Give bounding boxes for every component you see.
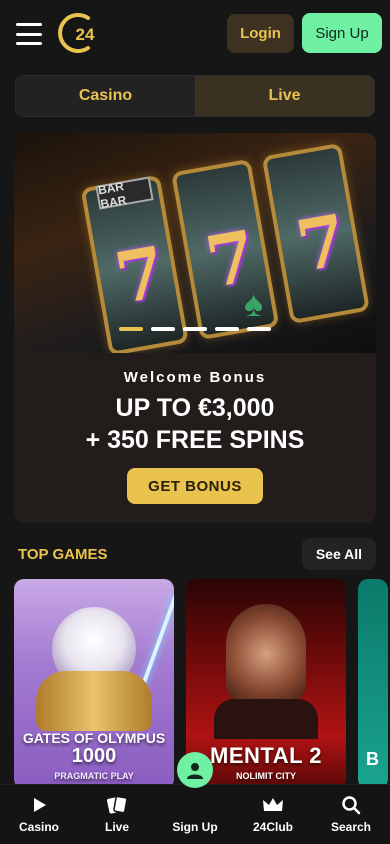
carousel-dots	[119, 327, 271, 331]
see-all-button[interactable]: See All	[301, 538, 376, 570]
header: 24 Login Sign Up	[0, 0, 390, 66]
game-title-number: 1000	[71, 745, 117, 767]
menu-icon[interactable]	[16, 23, 42, 45]
bonus-spins: + 350 FREE SPINS	[85, 426, 305, 454]
carousel-dot[interactable]	[247, 327, 271, 331]
game-card[interactable]: B	[358, 579, 388, 789]
bonus-amount: UP TO €3,000	[115, 394, 275, 422]
game-title: GATES OF OLYMPUS	[22, 730, 166, 746]
tab-live[interactable]: Live	[195, 76, 374, 116]
game-title: B	[366, 749, 379, 769]
reel: 7	[261, 142, 371, 325]
nav-label: Live	[104, 820, 129, 834]
nav-label: Search	[330, 820, 372, 834]
bonus-label: Welcome Bonus	[123, 369, 267, 386]
nav-casino[interactable]: Casino	[7, 794, 71, 834]
search-icon	[340, 794, 362, 816]
signup-button[interactable]: Sign Up	[302, 13, 382, 53]
nav-live[interactable]: Live	[85, 794, 149, 834]
nav-label: 24Club	[252, 820, 293, 834]
bottom-nav: Casino Live Sign Up 24Club Search	[0, 752, 390, 844]
user-icon	[177, 752, 213, 788]
play-icon	[28, 794, 50, 816]
nav-label: Sign Up	[172, 820, 218, 834]
carousel-dot[interactable]	[151, 327, 175, 331]
slot-reels: 7 7 7	[79, 133, 376, 353]
nav-24club[interactable]: 24Club	[241, 794, 305, 834]
page: 24 Login Sign Up Casino Live 7 7 7 BAR B…	[0, 0, 390, 844]
carousel-dot[interactable]	[215, 327, 239, 331]
nav-label: Casino	[18, 820, 59, 834]
product-tabs: Casino Live	[15, 75, 375, 117]
cards-icon	[106, 794, 128, 816]
character-artwork	[226, 604, 306, 704]
game-card[interactable]: MENTAL 2 NOLIMIT CITY	[186, 579, 346, 789]
carousel-dot[interactable]	[119, 327, 143, 331]
character-body-artwork	[214, 699, 318, 739]
login-button[interactable]: Login	[227, 14, 294, 53]
zeus-armor-artwork	[36, 671, 152, 731]
game-provider: PRAGMATIC PLAY	[54, 771, 134, 781]
crown-icon	[262, 794, 284, 816]
promo-banner[interactable]: 7 7 7 BAR BAR ♠ Welcome Bonus UP TO €3,0…	[14, 133, 376, 523]
reel: 7	[171, 158, 280, 341]
logo[interactable]: 24	[58, 12, 100, 54]
nav-search[interactable]: Search	[319, 794, 383, 834]
tab-casino[interactable]: Casino	[16, 76, 195, 116]
game-card[interactable]: GATES OF OLYMPUS 1000 PRAGMATIC PLAY	[14, 579, 174, 789]
slot-machine-image: 7 7 7 BAR BAR ♠	[14, 133, 376, 353]
get-bonus-button[interactable]: GET BONUS	[127, 468, 263, 504]
logo-text: 24	[76, 25, 95, 44]
spade-icon: ♠	[244, 283, 264, 324]
section-title: TOP GAMES	[18, 545, 108, 563]
top-games-header: TOP GAMES See All	[18, 538, 376, 570]
carousel-dot[interactable]	[183, 327, 207, 331]
logo-icon: 24	[58, 13, 95, 53]
nav-signup[interactable]: Sign Up	[163, 752, 227, 834]
bonus-text: Welcome Bonus UP TO €3,000 + 350 FREE SP…	[14, 353, 376, 504]
